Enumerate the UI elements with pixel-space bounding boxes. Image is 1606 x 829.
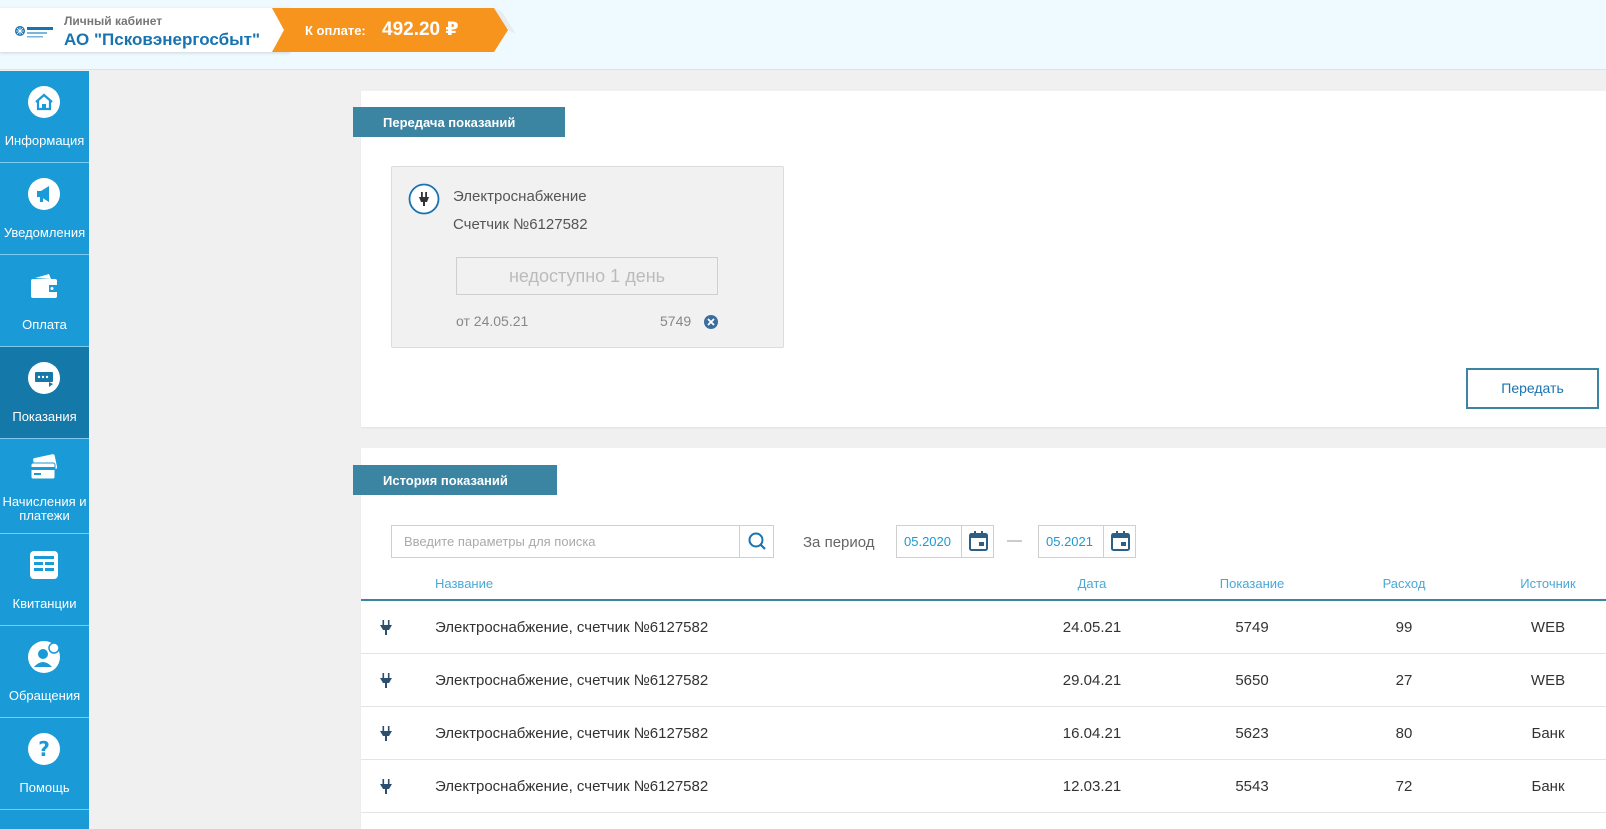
- sidebar-item-payment[interactable]: Оплата: [0, 255, 89, 347]
- row-date: 16.04.21: [1062, 725, 1122, 742]
- calendar-icon: [1111, 531, 1130, 551]
- date-to-value: 05.2021: [1046, 534, 1093, 549]
- history-search: [391, 525, 774, 558]
- amount-due-label: К оплате:: [305, 23, 366, 38]
- brand-title: АО "Псковэнергосбыт": [64, 30, 260, 49]
- row-usage: 27: [1395, 672, 1413, 689]
- table-row[interactable]: Электроснабжение, счетчик №6127582 29.04…: [361, 654, 1606, 707]
- column-header-name[interactable]: Название: [435, 576, 493, 591]
- sidebar-item-help[interactable]: ? Помощь: [0, 718, 89, 810]
- brand-subtitle: Личный кабинет: [64, 14, 163, 28]
- sidebar-item-label: Оплата: [22, 317, 67, 332]
- sidebar-item-requests[interactable]: Обращения: [0, 626, 89, 718]
- plug-icon: [380, 673, 392, 688]
- sidebar-item-label: Помощь: [19, 780, 70, 795]
- row-reading: 5650: [1235, 672, 1269, 689]
- brand-block[interactable]: Личный кабинет АО "Псковэнергосбыт": [0, 8, 290, 52]
- row-date: 12.03.21: [1062, 778, 1122, 795]
- sidebar-item-notifications[interactable]: Уведомления: [0, 163, 89, 255]
- user-chat-icon: [28, 641, 60, 673]
- amount-due-value: 492.20 ₽: [382, 19, 459, 40]
- sidebar-item-receipts[interactable]: Квитанции: [0, 534, 89, 626]
- plug-icon: [380, 726, 392, 741]
- date-from-field[interactable]: 05.2020: [896, 525, 994, 558]
- sidebar: Информация Уведомления Оплата Показания: [0, 71, 89, 829]
- date-to-field[interactable]: 05.2021: [1038, 525, 1136, 558]
- row-date: 24.05.21: [1062, 619, 1122, 636]
- meter-card: Электроснабжение Счетчик №6127582 недост…: [391, 166, 784, 348]
- row-name: Электроснабжение, счетчик №6127582: [435, 778, 709, 795]
- plug-icon: [380, 620, 392, 635]
- sidebar-item-charges[interactable]: Начисления и платежи: [0, 439, 89, 534]
- column-header-usage[interactable]: Расход: [1383, 576, 1426, 591]
- megaphone-icon: [28, 178, 60, 210]
- row-source: WEB: [1530, 619, 1566, 636]
- row-name: Электроснабжение, счетчик №6127582: [435, 725, 709, 742]
- wallet-icon: [31, 274, 57, 298]
- card-icon: [30, 454, 58, 480]
- help-icon: ?: [28, 733, 60, 765]
- sidebar-item-label: Уведомления: [3, 225, 86, 240]
- meter-number: Счетчик №6127582: [453, 216, 588, 233]
- amount-due-banner[interactable]: К оплате: 492.20 ₽: [272, 8, 516, 52]
- date-from-value: 05.2020: [904, 534, 951, 549]
- sidebar-item-readings[interactable]: Показания: [0, 347, 89, 439]
- table-row[interactable]: Электроснабжение, счетчик №6127582 12.03…: [361, 760, 1606, 813]
- top-header: Личный кабинет АО "Псковэнергосбыт" К оп…: [0, 0, 1606, 70]
- sidebar-item-label: Квитанции: [12, 596, 77, 611]
- reading-input-disabled: недоступно 1 день: [456, 257, 718, 295]
- row-name: Электроснабжение, счетчик №6127582: [435, 672, 709, 689]
- submit-readings-title: Передача показаний: [353, 107, 565, 137]
- submit-reading-button[interactable]: Передать: [1466, 368, 1599, 409]
- last-reading-date: от 24.05.21: [456, 313, 529, 329]
- column-header-source[interactable]: Источник: [1520, 576, 1576, 591]
- sidebar-item-label: Показания: [12, 409, 77, 424]
- search-input[interactable]: [392, 526, 739, 557]
- column-header-date[interactable]: Дата: [1078, 576, 1107, 591]
- receipt-icon: [30, 551, 58, 579]
- row-usage: 72: [1395, 778, 1413, 795]
- row-reading: 5749: [1235, 619, 1269, 636]
- search-icon: [748, 532, 766, 550]
- sidebar-item-label: Информация: [4, 133, 85, 148]
- period-separator: —: [1007, 532, 1022, 549]
- company-logo: [15, 26, 53, 38]
- row-reading: 5623: [1235, 725, 1269, 742]
- table-row[interactable]: Электроснабжение, счетчик №6127582 24.05…: [361, 601, 1606, 654]
- sidebar-item-info[interactable]: Информация: [0, 71, 89, 163]
- sidebar-item-label: Обращения: [8, 688, 81, 703]
- svg-text:?: ?: [38, 737, 50, 761]
- row-usage: 80: [1395, 725, 1413, 742]
- row-source: Банк: [1531, 725, 1565, 742]
- column-header-reading[interactable]: Показание: [1220, 576, 1285, 591]
- plug-icon: [408, 183, 440, 215]
- row-source: Банк: [1531, 778, 1565, 795]
- row-date: 29.04.21: [1062, 672, 1122, 689]
- history-title: История показаний: [353, 465, 557, 495]
- date-from-calendar-button[interactable]: [961, 526, 994, 557]
- last-reading-value: 5749: [660, 313, 692, 329]
- clear-reading-icon[interactable]: [703, 314, 719, 330]
- row-name: Электроснабжение, счетчик №6127582: [435, 619, 709, 636]
- row-reading: 5543: [1235, 778, 1269, 795]
- search-button[interactable]: [739, 526, 774, 557]
- row-source: WEB: [1530, 672, 1566, 689]
- plug-icon: [380, 779, 392, 794]
- table-row[interactable]: Электроснабжение, счетчик №6127582 16.04…: [361, 707, 1606, 760]
- calendar-icon: [969, 531, 988, 551]
- service-type: Электроснабжение: [453, 188, 587, 205]
- meter-readings-icon: [28, 362, 60, 394]
- sidebar-item-label: Начисления и платежи: [2, 494, 87, 523]
- home-icon: [28, 86, 60, 118]
- row-usage: 99: [1395, 619, 1413, 636]
- date-to-calendar-button[interactable]: [1103, 526, 1136, 557]
- period-label: За период: [803, 534, 875, 551]
